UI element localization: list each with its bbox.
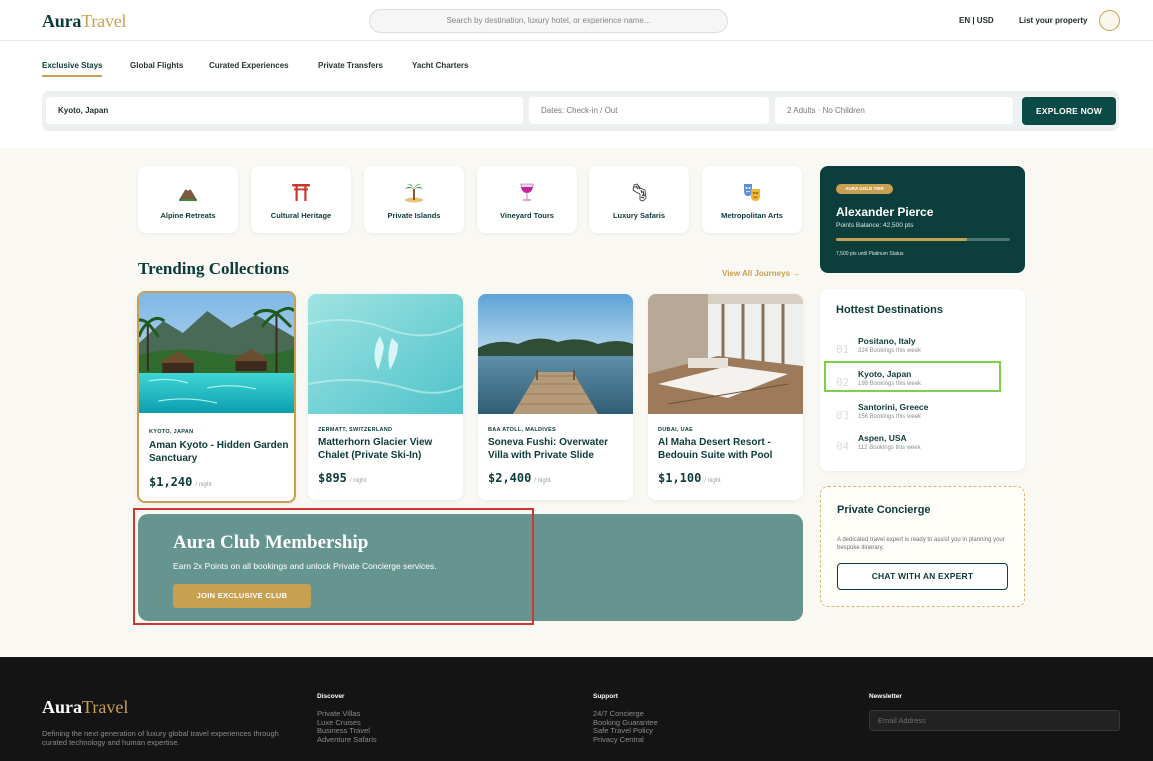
card-name: Matterhorn Glacier View Chalet (Private … — [318, 437, 433, 461]
footer-link-privacy[interactable]: Privacy Central — [593, 735, 658, 745]
booking-bar: Kyoto, Japan Dates: Check-in / Out 2 Adu… — [42, 91, 1119, 131]
brand-logo[interactable]: AuraTravel — [42, 11, 127, 32]
booking-band: Kyoto, Japan Dates: Check-in / Out 2 Adu… — [0, 91, 1153, 148]
highlight-box-red — [133, 508, 534, 625]
user-avatar[interactable] — [1099, 10, 1120, 31]
category-alpine-retreats[interactable]: Alpine Retreats — [138, 166, 238, 233]
category-luxury-safaris[interactable]: Luxury Safaris — [589, 166, 689, 233]
private-concierge-panel: Private Concierge A dedicated travel exp… — [820, 486, 1025, 607]
lake-dock-image — [478, 294, 633, 414]
concierge-text: A dedicated travel expert is ready to as… — [837, 537, 1005, 551]
category-label: Luxury Safaris — [612, 211, 666, 220]
chat-with-expert-button[interactable]: CHAT WITH AN EXPERT — [837, 563, 1008, 590]
footer-support-column: Support 24/7 Concierge Booking Guarantee… — [593, 693, 658, 744]
mountain-icon — [179, 185, 197, 201]
footer-logo[interactable]: AuraTravel — [42, 697, 128, 718]
card-price: $2,400/ night — [488, 471, 551, 485]
torii-icon — [292, 184, 310, 201]
destination-name: Santorini, Greece — [858, 402, 929, 412]
footer-link-adventure-safaris[interactable]: Adventure Safaris — [317, 735, 377, 745]
booking-count: 156 Bookings this week — [858, 414, 922, 420]
trending-title: Trending Collections — [138, 259, 289, 278]
collection-card-zermatt[interactable]: ZERMATT, SWITZERLAND Matterhorn Glacier … — [308, 294, 463, 500]
member-status-card: AURA GOLD TIER Alexander Pierce Points B… — [820, 166, 1025, 273]
concierge-title: Private Concierge — [837, 504, 931, 516]
category-cultural-heritage[interactable]: Cultural Heritage — [251, 166, 351, 233]
card-price: $1,100/ night — [658, 471, 721, 485]
destination-name: Positano, Italy — [858, 336, 916, 346]
guests-field[interactable]: 2 Adults · No Children — [775, 97, 1013, 124]
collection-card-kyoto[interactable]: KYOTO, JAPAN Aman Kyoto - Hidden Garden … — [137, 291, 296, 503]
newsletter-email-input[interactable]: Email Address — [869, 710, 1120, 731]
footer-newsletter-column: Newsletter — [869, 693, 902, 710]
category-label: Alpine Retreats — [160, 211, 216, 220]
destination-item-positano[interactable]: 01 Positano, Italy 324 Bookings this wee… — [836, 336, 1016, 362]
tab-global-flights[interactable]: Global Flights — [130, 61, 183, 70]
destination-item-santorini[interactable]: 03 Santorini, Greece 156 Bookings this w… — [836, 402, 1016, 428]
tab-yacht-charters[interactable]: Yacht Charters — [412, 61, 468, 70]
palm-tree-icon — [405, 183, 423, 203]
category-label: Metropolitan Arts — [721, 211, 783, 220]
tab-exclusive-stays[interactable]: Exclusive Stays — [42, 61, 103, 77]
theater-masks-icon — [744, 184, 760, 201]
footer-discover-column: Discover Private Villas Luxe Cruises Bus… — [317, 693, 377, 744]
card-name: Aman Kyoto - Hidden Garden Sanctuary — [149, 440, 289, 464]
collection-card-maldives[interactable]: BAA ATOLL, MALDIVES Soneva Fushi: Overwa… — [478, 294, 633, 500]
tab-private-transfers[interactable]: Private Transfers — [318, 61, 383, 70]
rank-number: 04 — [836, 440, 850, 453]
resort-pool-image — [139, 293, 294, 413]
card-location: ZERMATT, SWITZERLAND — [318, 427, 393, 433]
destination-item-aspen[interactable]: 04 Aspen, USA 112 Bookings this week — [836, 433, 1016, 459]
booking-count: 324 Bookings this week — [858, 348, 922, 354]
category-label: Private Islands — [387, 211, 441, 220]
category-tabs: Exclusive Stays Global Flights Curated E… — [0, 41, 1153, 91]
language-currency-toggle[interactable]: EN | USD — [959, 16, 994, 25]
tab-curated-experiences[interactable]: Curated Experiences — [209, 61, 289, 70]
category-label: Cultural Heritage — [270, 211, 332, 220]
footer-description: Defining the next generation of luxury g… — [42, 729, 279, 747]
destination-field[interactable]: Kyoto, Japan — [46, 97, 523, 124]
category-vineyard-tours[interactable]: Vineyard Tours — [477, 166, 577, 233]
dates-field[interactable]: Dates: Check-in / Out — [529, 97, 769, 124]
card-price: $1,240/ night — [149, 475, 212, 489]
site-footer: AuraTravel Defining the next generation … — [0, 657, 1153, 761]
booking-count: 112 Bookings this week — [858, 445, 921, 451]
footer-heading: Newsletter — [869, 693, 902, 700]
points-balance: Points Balance: 42,500 pts — [836, 222, 914, 229]
zebra-icon — [632, 183, 647, 202]
category-label: Vineyard Tours — [500, 211, 554, 220]
tier-badge: AURA GOLD TIER — [836, 184, 893, 194]
footer-heading: Support — [593, 693, 618, 700]
explore-now-button[interactable]: EXPLORE NOW — [1022, 97, 1116, 125]
destination-name: Aspen, USA — [858, 433, 907, 443]
wine-glass-icon — [520, 183, 534, 202]
footer-heading: Discover — [317, 693, 345, 700]
hottest-title: Hottest Destinations — [836, 304, 943, 316]
card-location: KYOTO, JAPAN — [149, 429, 194, 435]
card-name: Soneva Fushi: Overwater Villa with Priva… — [488, 437, 609, 461]
category-private-islands[interactable]: Private Islands — [364, 166, 464, 233]
aerial-lagoon-image — [308, 294, 463, 414]
hotel-suite-image — [648, 294, 803, 414]
card-price: $895/ night — [318, 471, 367, 485]
view-all-journeys-link[interactable]: View All Journeys → — [722, 269, 800, 278]
points-progress-bar — [836, 238, 1010, 241]
card-name: Al Maha Desert Resort - Bedouin Suite wi… — [658, 437, 773, 461]
top-header: AuraTravel Search by destination, luxury… — [0, 0, 1153, 41]
list-property-link[interactable]: List your property — [1019, 16, 1087, 25]
platinum-note: 7,500 pts until Platinum Status — [836, 251, 904, 257]
card-location: DUBAI, UAE — [658, 427, 694, 433]
card-location: BAA ATOLL, MALDIVES — [488, 427, 557, 433]
rank-number: 03 — [836, 409, 850, 422]
member-name: Alexander Pierce — [836, 205, 934, 219]
global-search-input[interactable]: Search by destination, luxury hotel, or … — [369, 9, 728, 33]
category-metropolitan-arts[interactable]: Metropolitan Arts — [702, 166, 802, 233]
collection-card-dubai[interactable]: DUBAI, UAE Al Maha Desert Resort - Bedou… — [648, 294, 803, 500]
rank-number: 01 — [836, 343, 850, 356]
points-progress-fill — [836, 238, 967, 241]
highlight-box-green — [824, 361, 1001, 392]
